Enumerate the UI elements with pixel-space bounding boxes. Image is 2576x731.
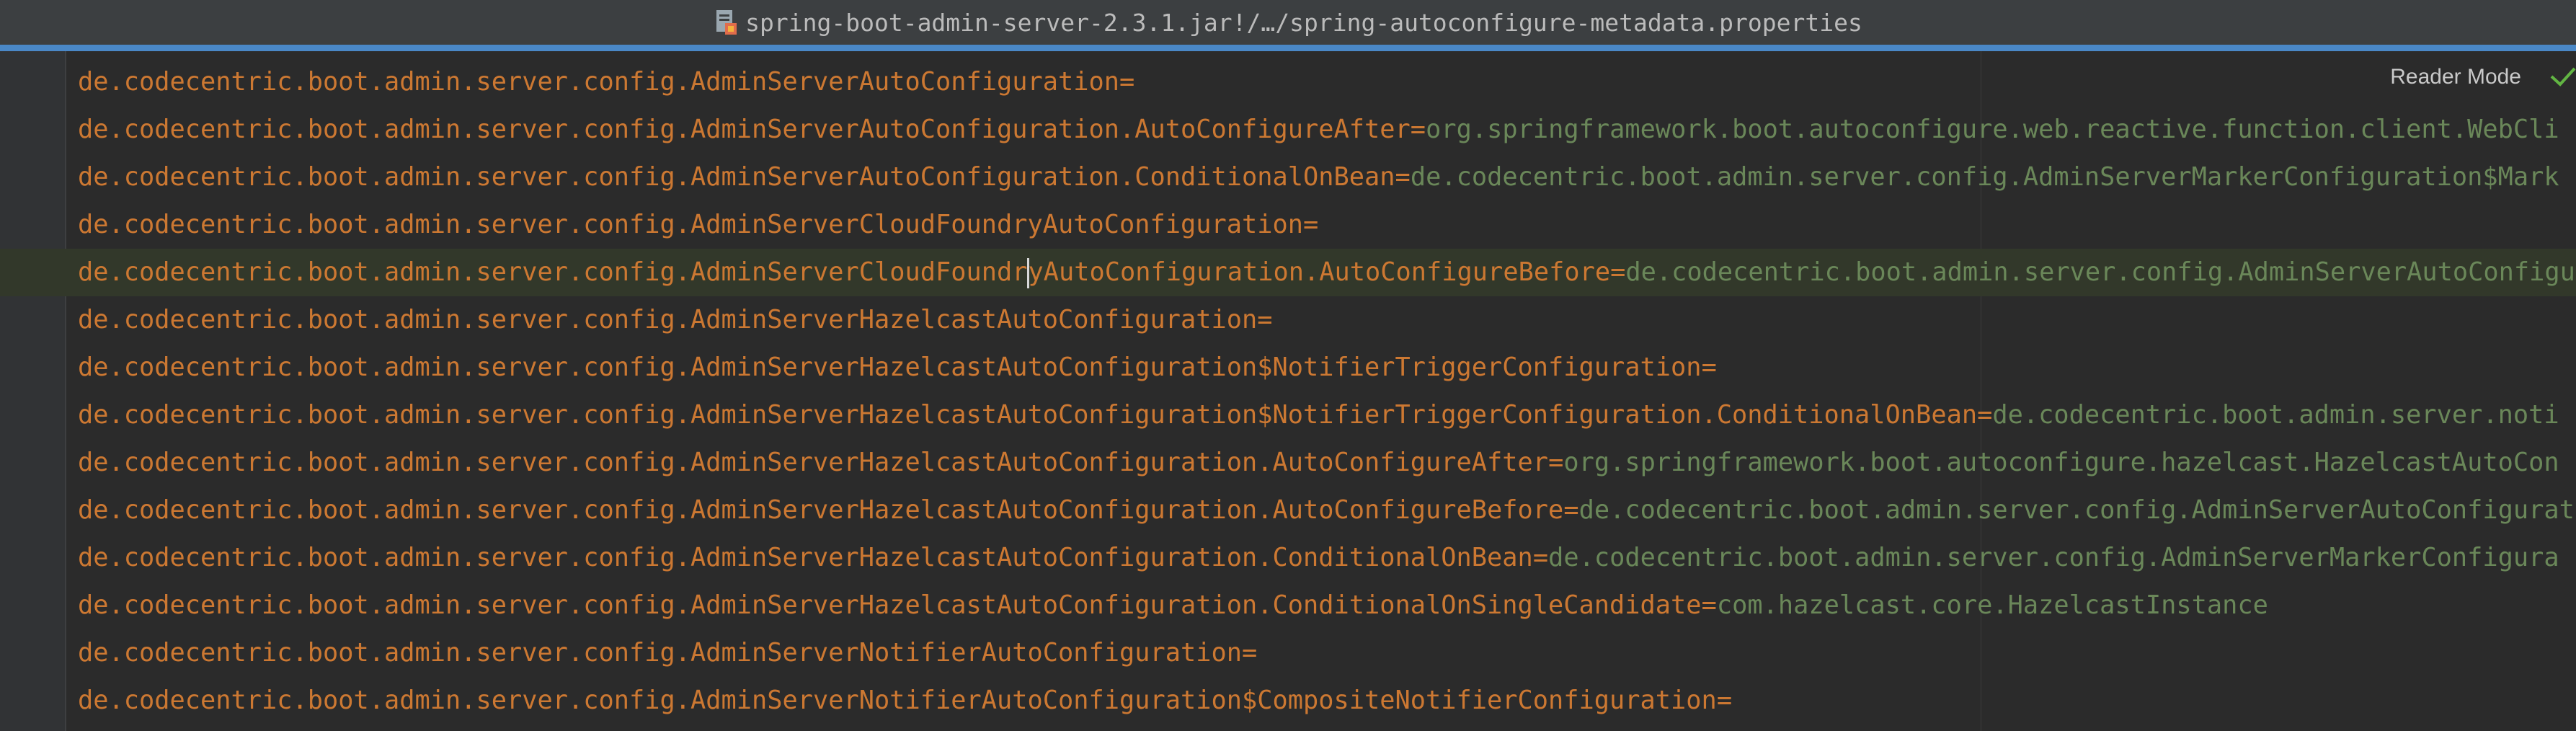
editor-line[interactable]: de.codecentric.boot.admin.server.config.… (0, 296, 2576, 344)
properties-file-icon (714, 9, 738, 36)
window-title: spring-boot-admin-server-2.3.1.jar!/…/sp… (745, 8, 1862, 37)
editor-line[interactable]: de.codecentric.boot.admin.server.config.… (0, 106, 2576, 154)
editor-line[interactable]: de.codecentric.boot.admin.server.config.… (0, 201, 2576, 249)
editor-line[interactable]: de.codecentric.boot.admin.server.config.… (0, 154, 2576, 201)
active-tab-indicator (0, 45, 2576, 51)
window-titlebar: spring-boot-admin-server-2.3.1.jar!/…/sp… (0, 0, 2576, 45)
editor-line[interactable]: de.codecentric.boot.admin.server.config.… (0, 439, 2576, 487)
editor-line[interactable]: de.codecentric.boot.admin.server.config.… (0, 582, 2576, 629)
editor-line[interactable]: de.codecentric.boot.admin.server.config.… (0, 344, 2576, 391)
editor-line-current[interactable]: de.codecentric.boot.admin.server.config.… (0, 249, 2576, 296)
editor-line[interactable]: de.codecentric.boot.admin.server.config.… (0, 58, 2576, 106)
editor-line[interactable]: de.codecentric.boot.admin.server.config.… (0, 629, 2576, 677)
reader-mode-button[interactable]: Reader Mode (2390, 65, 2521, 89)
editor-line[interactable]: de.codecentric.boot.admin.server.config.… (0, 487, 2576, 534)
editor-line[interactable]: de.codecentric.boot.admin.server.config.… (0, 534, 2576, 582)
editor-line[interactable]: de.codecentric.boot.admin.server.config.… (0, 677, 2576, 725)
editor-line[interactable]: de.codecentric.boot.admin.server.config.… (0, 391, 2576, 439)
code-editor[interactable]: de.codecentric.boot.admin.server.config.… (0, 51, 2576, 731)
check-icon[interactable] (2547, 66, 2576, 88)
